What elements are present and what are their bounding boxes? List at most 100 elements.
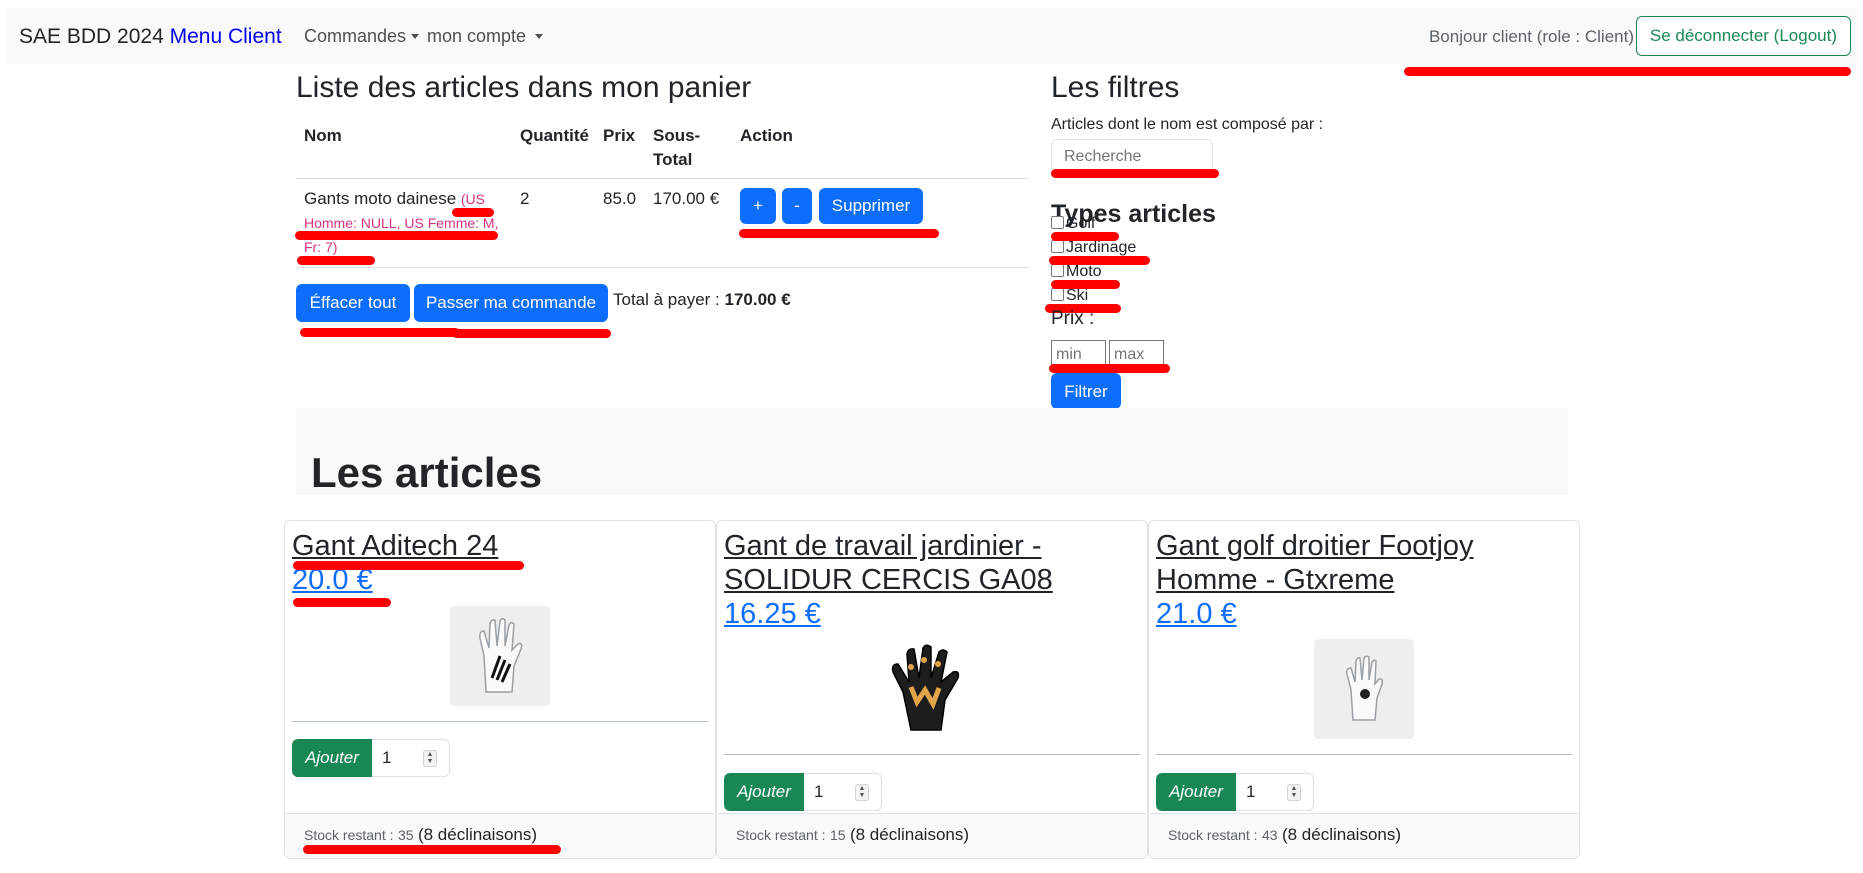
table-divider xyxy=(296,267,1029,268)
cart-item-quantity: 2 xyxy=(520,189,530,208)
article-name-link[interactable]: Gant de travail jardinier - SOLIDUR CERC… xyxy=(724,529,1134,597)
quantity-stepper[interactable]: 1 ▲ ▼ xyxy=(804,773,882,811)
brand[interactable]: SAE BDD 2024 Menu Client xyxy=(19,25,282,49)
top-navbar: SAE BDD 2024 Menu Client Commandes mon c… xyxy=(7,8,1857,64)
total-label: Total à payer : xyxy=(613,290,720,309)
increase-quantity-button[interactable]: + xyxy=(740,188,776,224)
add-to-cart-button[interactable]: Ajouter xyxy=(292,739,372,777)
card-footer: Stock restant : 15 (8 déclinaisons) xyxy=(718,813,1146,857)
quantity-stepper[interactable]: 1 ▲ ▼ xyxy=(1236,773,1314,811)
annotation-underline xyxy=(303,845,561,854)
quantity-stepper[interactable]: 1 ▲ ▼ xyxy=(372,739,450,777)
annotation-underline xyxy=(1051,232,1119,241)
article-card: Gant de travail jardinier - SOLIDUR CERC… xyxy=(716,520,1148,859)
type-checkbox-ski[interactable]: Ski xyxy=(1051,287,1088,305)
checkout-button[interactable]: Passer ma commande xyxy=(414,284,608,322)
commandes-dropdown[interactable]: Commandes xyxy=(304,26,420,47)
type-label-jardinage: Jardinage xyxy=(1066,239,1137,256)
col-header-prix: Prix xyxy=(603,126,636,145)
spinner-arrows-icon[interactable]: ▲ ▼ xyxy=(423,750,437,767)
article-card: Gant Aditech 24 20.0 € Ajouter 1 ▲ ▼ Stoc… xyxy=(284,520,716,859)
type-label-golf: Golf xyxy=(1066,215,1096,232)
type-checkbox-moto[interactable]: Moto xyxy=(1051,263,1102,281)
article-price-link[interactable]: 21.0 € xyxy=(1156,597,1237,631)
filters-title: Les filtres xyxy=(1051,71,1180,104)
type-label-ski: Ski xyxy=(1066,287,1089,304)
caret-down-icon xyxy=(411,34,420,39)
article-name-link[interactable]: Gant golf droitier Footjoy Homme - Gtxre… xyxy=(1156,529,1566,597)
articles-title: Les articles xyxy=(311,449,543,497)
quantity-value: 1 xyxy=(382,748,392,767)
declinaisons-count: (8 déclinaisons) xyxy=(417,825,538,844)
name-filter-label: Articles dont le nom est composé par : xyxy=(1051,116,1324,133)
brand-title: SAE BDD 2024 xyxy=(19,25,164,48)
checkbox[interactable] xyxy=(1051,240,1064,253)
annotation-underline xyxy=(739,229,939,238)
stock-value: 43 xyxy=(1261,827,1278,843)
quantity-value: 1 xyxy=(814,782,824,801)
work-glove-black-orange-image xyxy=(881,639,981,739)
cart-row-name: Gants moto dainese (US Homme: NULL, US F… xyxy=(304,187,500,259)
annotation-underline xyxy=(1051,280,1120,289)
delete-item-button[interactable]: Supprimer xyxy=(819,188,923,224)
glove-icon xyxy=(479,617,523,693)
spinner-arrows-icon[interactable]: ▲ ▼ xyxy=(1287,784,1301,801)
article-card: Gant golf droitier Footjoy Homme - Gtxre… xyxy=(1148,520,1580,859)
total-value: 170.00 € xyxy=(724,290,791,309)
annotation-underline xyxy=(452,208,494,217)
annotation-underline xyxy=(1051,169,1219,178)
col-header-quantite: Quantité xyxy=(520,126,589,145)
col-header-sous-total: Sous- Total xyxy=(653,124,700,172)
annotation-underline xyxy=(293,561,524,570)
annotation-underline xyxy=(1049,256,1150,265)
spinner-arrows-icon[interactable]: ▲ ▼ xyxy=(855,784,869,801)
col-header-nom: Nom xyxy=(304,126,342,145)
stock-label: Stock restant : xyxy=(736,827,826,843)
card-divider xyxy=(1156,754,1572,755)
golf-glove-footjoy-image xyxy=(1314,639,1414,739)
card-divider xyxy=(292,721,708,722)
checkbox[interactable] xyxy=(1051,288,1064,301)
quantity-value: 1 xyxy=(1246,782,1256,801)
clear-all-button[interactable]: Éffacer tout xyxy=(296,284,410,322)
decrease-quantity-button[interactable]: - xyxy=(782,188,812,224)
golf-glove-white-image xyxy=(450,606,550,706)
type-label-moto: Moto xyxy=(1066,263,1102,280)
annotation-underline xyxy=(1404,67,1851,76)
annotation-underline xyxy=(452,329,611,338)
caret-down-icon xyxy=(535,34,544,39)
cart-item-subtotal: 170.00 € xyxy=(653,189,720,208)
add-to-cart-button[interactable]: Ajouter xyxy=(724,773,804,811)
checkbox[interactable] xyxy=(1051,216,1064,229)
glove-icon xyxy=(1346,655,1383,721)
user-greeting: Bonjour client (role : Client) xyxy=(1428,27,1634,46)
col-header-sous-total-line2: Total xyxy=(653,150,693,169)
checkbox[interactable] xyxy=(1051,264,1064,277)
add-to-cart-button[interactable]: Ajouter xyxy=(1156,773,1236,811)
article-name-link[interactable]: Gant Aditech 24 xyxy=(292,529,702,563)
brand-menu-client[interactable]: Menu Client xyxy=(170,25,282,48)
declinaisons-count: (8 déclinaisons) xyxy=(849,825,970,844)
cart-title: Liste des articles dans mon panier xyxy=(296,71,752,104)
article-price-link[interactable]: 16.25 € xyxy=(724,597,821,631)
stock-label: Stock restant : xyxy=(1168,827,1258,843)
annotation-underline xyxy=(1049,364,1170,373)
commandes-label: Commandes xyxy=(304,26,407,46)
declinaisons-count: (8 déclinaisons) xyxy=(1281,825,1402,844)
annotation-underline xyxy=(293,598,391,607)
cart-item-name: Gants moto dainese xyxy=(304,189,457,208)
stock-label: Stock restant : xyxy=(304,827,394,843)
card-footer: Stock restant : 43 (8 déclinaisons) xyxy=(1150,813,1578,857)
col-header-action: Action xyxy=(740,126,793,145)
type-checkbox-jardinage[interactable]: Jardinage xyxy=(1051,239,1136,257)
stock-value: 15 xyxy=(829,827,846,843)
annotation-underline xyxy=(295,231,498,240)
annotation-underline xyxy=(297,256,375,265)
price-filter-label: Prix : xyxy=(1051,308,1095,329)
mon-compte-dropdown[interactable]: mon compte xyxy=(427,26,544,47)
type-checkbox-golf[interactable]: Golf xyxy=(1051,215,1095,233)
logout-button[interactable]: Se déconnecter (Logout) xyxy=(1635,16,1851,56)
filter-button[interactable]: Filtrer xyxy=(1051,373,1121,409)
glove-icon xyxy=(891,644,960,731)
card-divider xyxy=(724,754,1140,755)
